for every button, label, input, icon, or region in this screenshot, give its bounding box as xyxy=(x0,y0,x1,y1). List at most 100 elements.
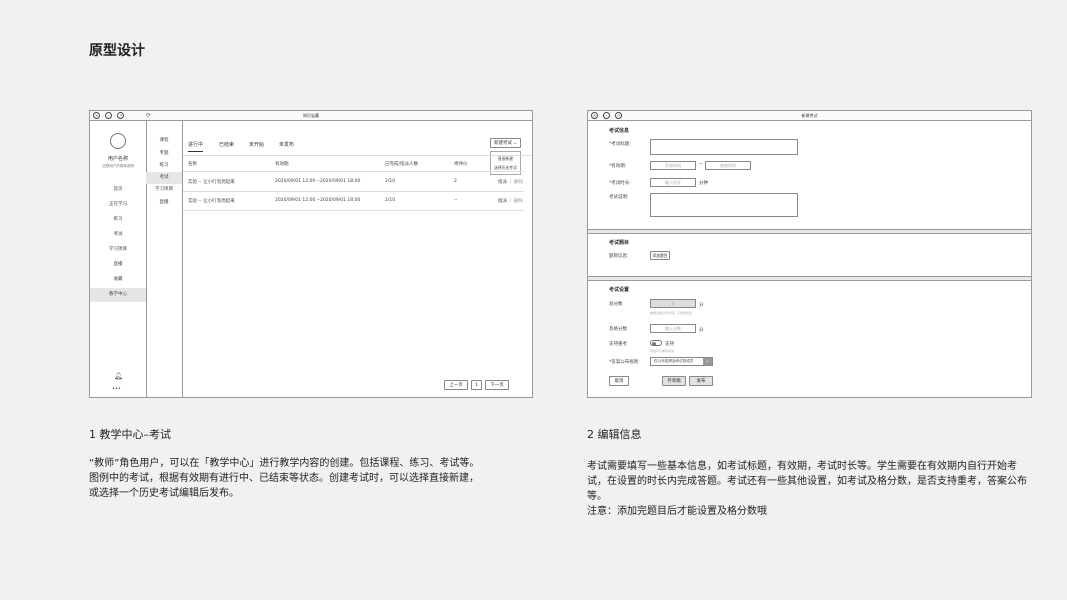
retake-label: 支持重考 xyxy=(609,342,627,347)
cancel-button[interactable]: 取消 xyxy=(609,376,629,386)
tab-unpublished[interactable]: 未发布 xyxy=(279,141,294,148)
duration-label: *考试时长: xyxy=(609,181,631,186)
row-name: 实验 -- 让小叮泡亮起来 xyxy=(188,199,235,204)
assign-link[interactable]: 指派 xyxy=(498,198,507,204)
chevron-down-icon: ⌄ xyxy=(703,358,712,365)
row-period: 2020/09/01 12:00 --2020/09/01 18:00 xyxy=(275,198,361,203)
table-row[interactable]: 实验 -- 让小叮泡亮起来 2020/09/01 12:00 --2020/09… xyxy=(183,172,524,192)
retake-toggle[interactable] xyxy=(650,340,662,346)
save-draft-button[interactable]: 存草稿 xyxy=(662,376,686,386)
exam-title-input[interactable] xyxy=(650,139,798,155)
period-dash: ~ xyxy=(699,162,703,167)
maximize-icon[interactable]: ↗ xyxy=(117,112,124,119)
pass-score-input[interactable]: 输入分数 xyxy=(650,324,696,333)
table-header: 名称 有效期 已完成/指派人数 待评价 xyxy=(183,159,524,172)
subnav-exam[interactable]: 考试 xyxy=(146,172,182,184)
avatar[interactable] xyxy=(110,133,126,149)
more-icon[interactable]: ••• xyxy=(112,386,121,392)
table-row[interactable]: 实验 -- 让小叮泡亮起来 2020/09/01 12:00 --2020/09… xyxy=(183,191,524,211)
section-divider xyxy=(588,276,1031,281)
new-exam-window: × – ↗ 新建考试 考试信息 *考试标题: *有效期: 开始时间 ~ 结束时间… xyxy=(587,110,1032,398)
bell-icon[interactable]: 🔔︎ xyxy=(114,372,123,380)
pass-score-unit: 分 xyxy=(699,328,704,333)
sub-sidebar: 课程 专题 练习 考试 学习项目 直播 xyxy=(146,120,183,397)
subnav-topic[interactable]: 专题 xyxy=(146,150,182,156)
action-separator: | xyxy=(510,179,512,184)
toggle-knob xyxy=(652,341,656,346)
window-title: 知识宝藏 xyxy=(303,113,319,118)
total-score-unit: 分 xyxy=(699,303,704,308)
col-done: 已完成/指派人数 xyxy=(385,162,419,167)
publish-rule-select[interactable]: 仅公布成绩及考试的成员 ⌄ xyxy=(650,357,713,366)
period-label: *有效期: xyxy=(609,164,627,169)
nav-favorites[interactable]: 收藏 xyxy=(90,276,146,282)
subnav-live[interactable]: 直播 xyxy=(146,199,182,205)
row-name: 实验 -- 让小叮泡亮起来 xyxy=(188,180,235,185)
user-desc: 这是用户的简单说明 xyxy=(102,164,134,168)
total-score-label: 总分数 xyxy=(609,302,623,307)
tab-ongoing[interactable]: 进行中 xyxy=(188,141,203,148)
pass-score-label: 及格分数 xyxy=(609,327,627,332)
duration-input[interactable]: 输入时长 xyxy=(650,178,696,187)
row-period: 2020/09/01 12:00 --2020/09/01 18:00 xyxy=(275,179,361,184)
end-time-input[interactable]: 结束时间 xyxy=(705,161,751,170)
delete-link[interactable]: 删除 xyxy=(514,198,523,204)
page-title: 原型设计 xyxy=(89,43,145,59)
close-icon[interactable]: × xyxy=(93,112,100,119)
assign-link[interactable]: 指派 xyxy=(498,179,507,185)
chevron-down-icon: ⌄ xyxy=(513,141,517,146)
refresh-icon[interactable]: ⟳ xyxy=(146,111,151,120)
nav-home[interactable]: 首页 xyxy=(90,186,146,192)
new-exam-button[interactable]: 新建考试 ⌄ xyxy=(490,138,521,148)
col-pending: 待评价 xyxy=(454,162,468,167)
exam-content: 进行中 已结束 未开始 未发布 新建考试 ⌄ 直接新建 选择历史考试 名称 有效… xyxy=(183,120,532,397)
tab-active-underline xyxy=(188,151,203,152)
subnav-practice[interactable]: 练习 xyxy=(146,162,182,168)
duration-unit: 分钟 xyxy=(699,181,708,186)
col-period: 有效期 xyxy=(275,162,289,167)
page-number-button[interactable]: 1 xyxy=(471,380,482,390)
subnav-project[interactable]: 学习项目 xyxy=(146,186,182,192)
row-pending: -- xyxy=(454,198,458,203)
questions-label: 题目信息: xyxy=(609,254,629,259)
tab-ended[interactable]: 已结束 xyxy=(219,141,234,148)
nav-teaching-center[interactable]: 教学中心 xyxy=(90,288,146,302)
nav-learning[interactable]: 正在学习 xyxy=(90,201,146,207)
description-textarea[interactable] xyxy=(650,193,798,217)
edit-info-text: 考试需要填写一些基本信息，如考试标题，有效期，考试时长等。学生需要在有效期内自行… xyxy=(587,461,1027,502)
main-sidebar: 用户名称 这是用户的简单说明 首页 正在学习 练习 考试 学习项目 直播 收藏 … xyxy=(90,120,147,397)
action-separator: | xyxy=(510,198,512,203)
start-time-input[interactable]: 开始时间 xyxy=(650,161,696,170)
next-page-button[interactable]: 下一页 xyxy=(485,380,509,390)
nav-project[interactable]: 学习项目 xyxy=(90,246,146,252)
total-score-hint: 根据试题分值计算，不支持修改 xyxy=(650,311,693,315)
retake-hint: 考完可以重新考试 xyxy=(650,349,675,353)
row-done: 2/10 xyxy=(385,179,396,184)
exam-title-label: *考试标题: xyxy=(609,142,631,147)
caption-teaching-center: 1 教学中心–考试 xyxy=(89,428,171,441)
description-teaching-center: “教师”角色用户，可以在「教学中心」进行教学内容的创建。包括课程、练习、考试等。… xyxy=(89,458,480,499)
minimize-icon[interactable]: – xyxy=(603,112,610,119)
delete-link[interactable]: 删除 xyxy=(514,179,523,185)
minimize-icon[interactable]: – xyxy=(105,112,112,119)
window-title: 新建考试 xyxy=(801,113,818,118)
window-titlebar: × – ↗ 新建考试 xyxy=(588,111,1031,121)
prev-page-button[interactable]: 上一页 xyxy=(444,380,468,390)
publish-rule-label: *答案公布规则: xyxy=(609,360,640,365)
subnav-course[interactable]: 课程 xyxy=(146,137,182,143)
close-icon[interactable]: × xyxy=(591,112,598,119)
col-name: 名称 xyxy=(188,162,197,167)
nav-practice[interactable]: 练习 xyxy=(90,216,146,222)
add-question-button[interactable]: 添加题目 xyxy=(650,251,670,260)
edit-info-note: 注意：添加完题目后才能设置及格分数哦 xyxy=(587,506,767,517)
new-exam-label: 新建考试 xyxy=(494,141,512,146)
publish-button[interactable]: 发布 xyxy=(689,376,713,386)
user-name: 用户名称 xyxy=(107,156,128,162)
teaching-center-window: × – ↗ ⟳ 知识宝藏 用户名称 这是用户的简单说明 首页 正在学习 练习 考… xyxy=(89,110,533,398)
row-done: 2/10 xyxy=(385,198,396,203)
nav-exam[interactable]: 考试 xyxy=(90,231,146,237)
nav-live[interactable]: 直播 xyxy=(90,261,146,267)
tab-upcoming[interactable]: 未开始 xyxy=(249,141,264,148)
row-pending: 2 xyxy=(454,179,457,184)
maximize-icon[interactable]: ↗ xyxy=(615,112,622,119)
